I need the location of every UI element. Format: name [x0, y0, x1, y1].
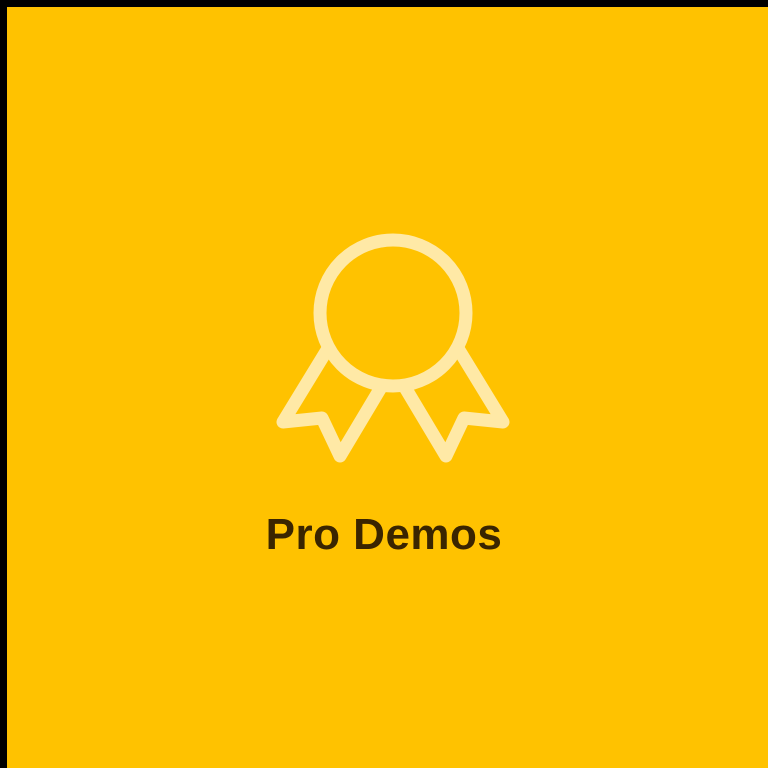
pro-demos-tile[interactable]: Pro Demos: [7, 7, 768, 768]
tile-label: Pro Demos: [265, 510, 503, 559]
award-ribbon-icon: [269, 228, 517, 476]
screen: Pro Demos: [0, 0, 768, 768]
